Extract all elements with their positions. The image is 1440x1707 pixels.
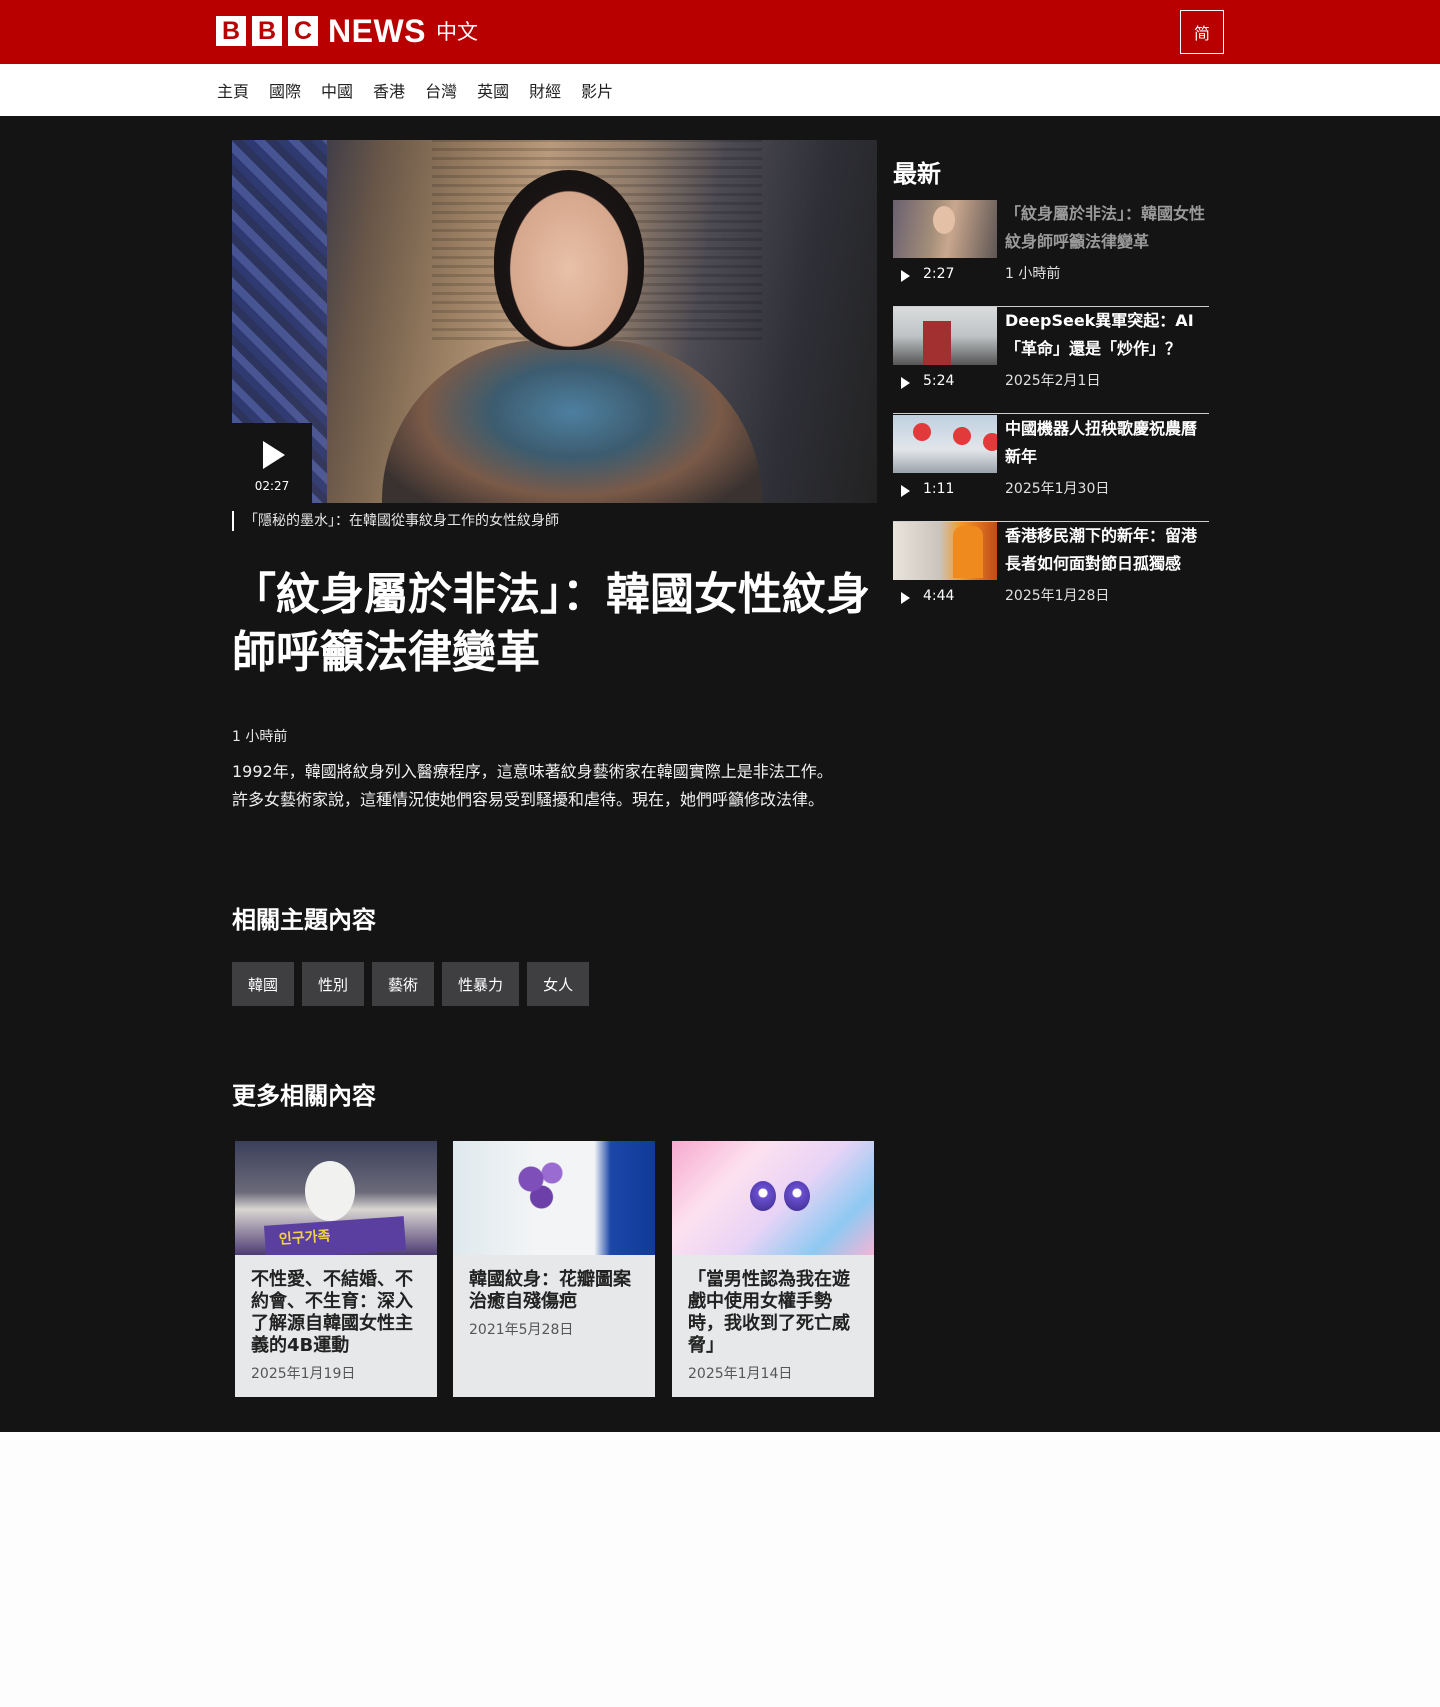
nav-list: 主頁 國際 中國 香港 台灣 英國 財經 影片 [217, 64, 633, 116]
logo-letter-b1: B [216, 16, 246, 46]
article-timestamp: 1 小時前 [232, 729, 288, 745]
topic-tag-list: 韓國 性別 藝術 性暴力 女人 [232, 962, 597, 1006]
summary-line-1: 1992年，韓國將紋身列入醫療程序，這意味著紋身藝術家在韓國實際上是非法工作。 [232, 762, 833, 781]
latest-date: 2025年1月28日 [1005, 588, 1110, 604]
latest-duration: 1:11 [923, 481, 955, 497]
latest-duration: 2:27 [923, 266, 955, 282]
latest-item[interactable]: 4:44 香港移民潮下的新年：留港長者如何面對節日孤獨感 2025年1月28日 [893, 522, 1209, 629]
card-thumbnail [453, 1141, 655, 1255]
latest-duration: 4:44 [923, 588, 955, 604]
latest-thumbnail [893, 522, 997, 580]
nav-item[interactable]: 國際 [269, 78, 301, 102]
nav-item[interactable]: 英國 [477, 78, 509, 102]
latest-thumbnail [893, 200, 997, 258]
related-topics-title: 相關主題內容 [232, 906, 376, 934]
thumbnail-figure [933, 206, 955, 234]
latest-item[interactable]: 2:27 「紋身屬於非法」：韓國女性紋身師呼籲法律變革 1 小時前 [893, 200, 1209, 307]
bbc-news-logo[interactable]: B B C NEWS 中文 [216, 12, 478, 49]
nav-item[interactable]: 中國 [321, 78, 353, 102]
video-caption: 「隱秘的墨水」：在韓國從事紋身工作的女性紋身師 [232, 511, 559, 531]
card-thumbnail: 인구가족 [235, 1141, 437, 1255]
latest-thumbnail [893, 307, 997, 365]
video-frame-figure-body [382, 340, 762, 503]
video-frame-figure-head [494, 170, 644, 350]
card-date: 2021年5月28日 [469, 1322, 574, 1338]
latest-date: 2025年2月1日 [1005, 373, 1101, 389]
language-toggle-button[interactable]: 简 [1180, 10, 1224, 54]
play-icon [263, 441, 285, 469]
logo-news-text: NEWS [328, 12, 426, 49]
related-card[interactable]: 인구가족 不性愛、不結婚、不約會、不生育：深入了解源自韓國女性主義的4B運動 2… [235, 1141, 437, 1397]
thumbnail-eye-left [750, 1181, 776, 1211]
card-thumbnail [672, 1141, 874, 1255]
article-headline: 「紋身屬於非法」：韓國女性紋身師呼籲法律變革 [232, 569, 870, 678]
latest-headline: 「紋身屬於非法」：韓國女性紋身師呼籲法律變革 [1005, 204, 1206, 251]
topic-tag[interactable]: 藝術 [372, 962, 435, 1006]
card-date: 2025年1月19日 [251, 1366, 356, 1382]
latest-item[interactable]: 5:24 DeepSeek異軍突起：AI「革命」還是「炒作」？ 2025年2月1… [893, 307, 1209, 414]
latest-date: 1 小時前 [1005, 266, 1061, 282]
summary-line-2: 許多女藝術家說，這種情況使她們容易受到騷擾和虐待。現在，她們呼籲修改法律。 [232, 790, 825, 809]
thumbnail-figure [953, 526, 983, 578]
main-navigation: 主頁 國際 中國 香港 台灣 英國 財經 影片 [0, 64, 1440, 116]
topic-tag[interactable]: 性別 [302, 962, 365, 1006]
topic-tag[interactable]: 性暴力 [442, 962, 520, 1006]
thumbnail-flower [503, 1155, 573, 1215]
thumbnail-eye-right [784, 1181, 810, 1211]
nav-item[interactable]: 財經 [529, 78, 561, 102]
nav-item[interactable]: 主頁 [217, 78, 249, 102]
thumbnail-figure [305, 1161, 355, 1221]
play-icon [901, 485, 910, 497]
nav-item[interactable]: 香港 [373, 78, 405, 102]
latest-headline: 中國機器人扭秧歌慶祝農曆新年 [1005, 419, 1198, 466]
video-player[interactable] [232, 140, 877, 503]
nav-item[interactable]: 影片 [581, 78, 613, 102]
thumbnail-banner: 인구가족 [263, 1216, 407, 1255]
card-title: 韓國紋身：花瓣圖案治癒自殘傷疤 [469, 1269, 631, 1312]
video-play-button[interactable]: 02:27 [232, 423, 312, 503]
related-card[interactable]: 「當男性認為我在遊戲中使用女權手勢時，我收到了死亡威脅」 2025年1月14日 [672, 1141, 874, 1397]
topic-tag[interactable]: 韓國 [232, 962, 295, 1006]
card-title: 「當男性認為我在遊戲中使用女權手勢時，我收到了死亡威脅」 [688, 1269, 850, 1356]
latest-item[interactable]: 1:11 中國機器人扭秧歌慶祝農曆新年 2025年1月30日 [893, 415, 1209, 522]
latest-title: 最新 [893, 160, 941, 188]
play-icon [901, 592, 910, 604]
related-card[interactable]: 韓國紋身：花瓣圖案治癒自殘傷疤 2021年5月28日 [453, 1141, 655, 1397]
play-icon [901, 270, 910, 282]
play-icon [901, 377, 910, 389]
more-related-title: 更多相關內容 [232, 1082, 376, 1110]
top-header: B B C NEWS 中文 简 [0, 0, 1440, 64]
article-summary: 1992年，韓國將紋身列入醫療程序，這意味著紋身藝術家在韓國實際上是非法工作。 … [232, 758, 872, 814]
latest-date: 2025年1月30日 [1005, 481, 1110, 497]
logo-letter-c: C [288, 16, 318, 46]
card-date: 2025年1月14日 [688, 1366, 793, 1382]
logo-chinese-text: 中文 [436, 20, 478, 44]
latest-thumbnail [893, 415, 997, 473]
video-duration: 02:27 [254, 479, 290, 493]
nav-item[interactable]: 台灣 [425, 78, 457, 102]
latest-headline: DeepSeek異軍突起：AI「革命」還是「炒作」？ [1005, 311, 1194, 358]
thumbnail-figure [913, 423, 931, 441]
latest-headline: 香港移民潮下的新年：留港長者如何面對節日孤獨感 [1005, 526, 1198, 573]
latest-duration: 5:24 [923, 373, 955, 389]
card-title: 不性愛、不結婚、不約會、不生育：深入了解源自韓國女性主義的4B運動 [251, 1269, 413, 1356]
logo-letter-b2: B [252, 16, 282, 46]
topic-tag[interactable]: 女人 [527, 962, 590, 1006]
thumbnail-figure [923, 321, 951, 365]
